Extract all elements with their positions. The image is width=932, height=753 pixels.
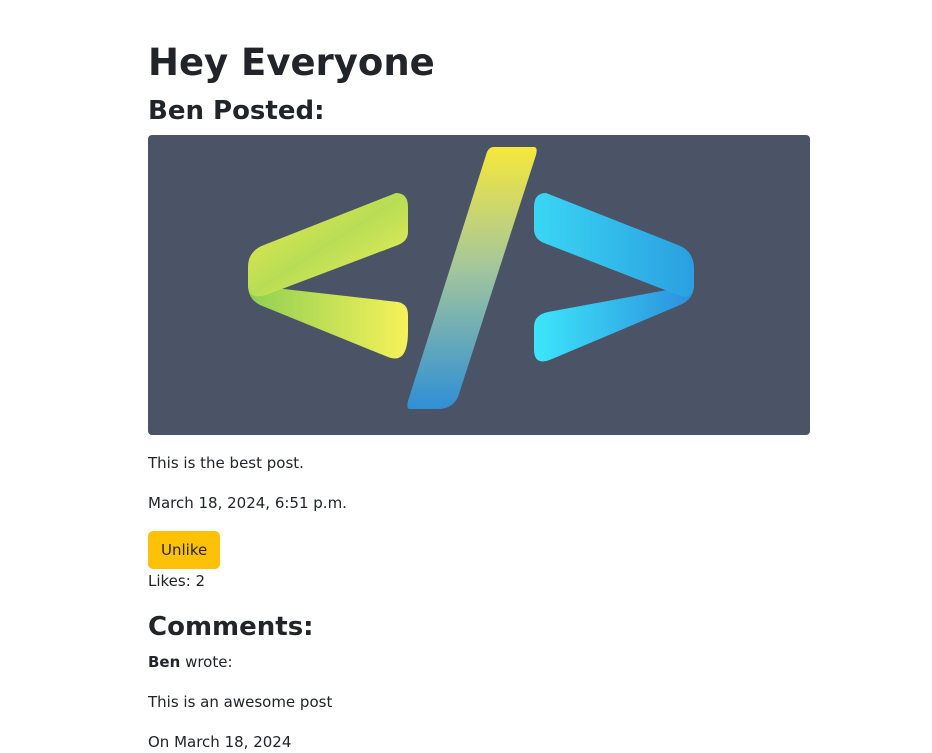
page-title: Hey Everyone [148, 41, 435, 84]
unlike-button[interactable]: Unlike [148, 531, 221, 569]
post-author-heading: Ben Posted: [148, 96, 325, 126]
post-timestamp: March 18, 2024, 6:51 p.m. [148, 494, 347, 512]
left-bracket-upper-arm [248, 193, 408, 297]
likes-count: Likes: 2 [148, 572, 206, 590]
right-bracket-upper-arm [534, 193, 694, 297]
comment-body: This is an awesome post [148, 693, 333, 711]
post-body: This is the best post. [148, 454, 304, 472]
left-bracket-lower-arm [248, 285, 408, 359]
comment-author: Ben [148, 653, 181, 671]
comments-heading: Comments: [148, 612, 314, 642]
right-bracket-lower-arm [534, 285, 694, 362]
post-image [148, 135, 810, 435]
comment-date: On March 18, 2024 [148, 733, 292, 751]
comment-header: Ben wrote: [148, 651, 233, 673]
slash-stroke [407, 147, 537, 409]
comment-wrote-label: wrote: [185, 653, 233, 671]
